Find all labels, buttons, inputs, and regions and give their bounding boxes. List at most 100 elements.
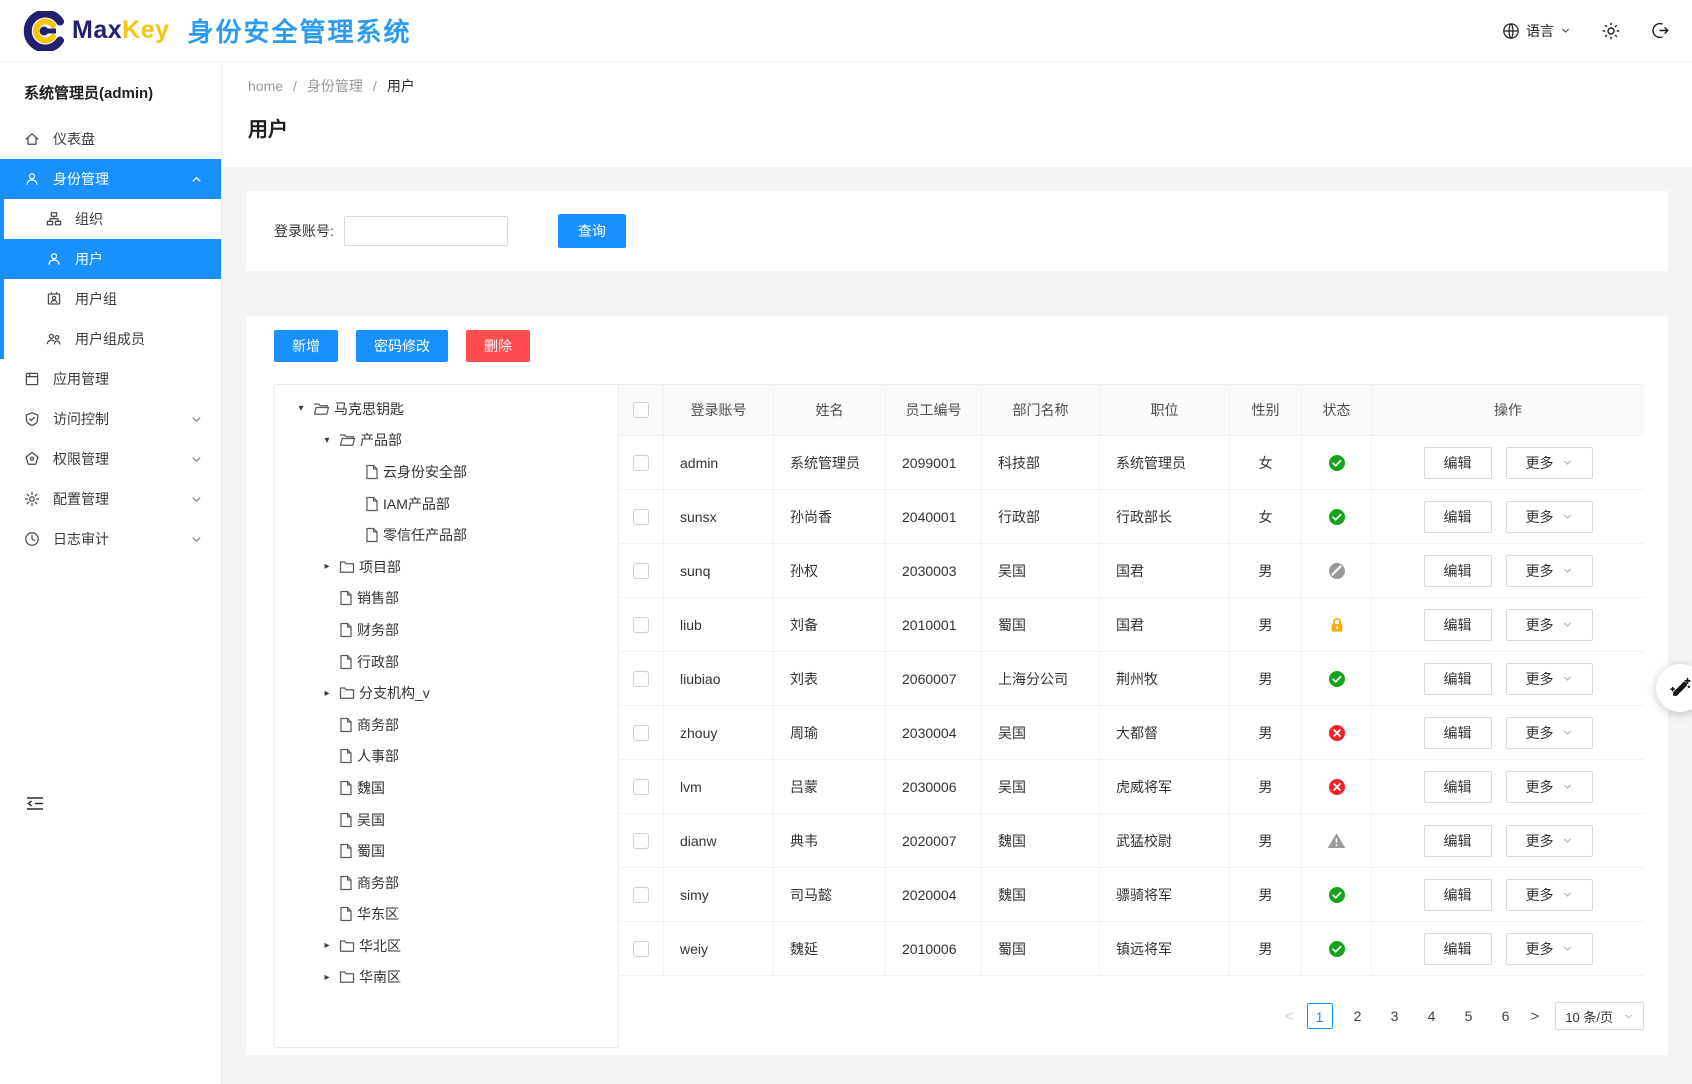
sidebar-item-configuration[interactable]: 配置管理: [0, 479, 221, 519]
sidebar-item-permission[interactable]: 权限管理: [0, 439, 221, 479]
edit-button[interactable]: 编辑: [1424, 447, 1492, 479]
tree-node[interactable]: 行政部: [275, 646, 618, 678]
cell-employee-id: 2020007: [885, 814, 981, 867]
tree-node[interactable]: ▾ 马克思钥匙: [275, 393, 618, 425]
page-button-3[interactable]: 3: [1383, 1003, 1407, 1029]
row-checkbox[interactable]: [633, 563, 649, 579]
tree-node[interactable]: 云身份安全部: [275, 456, 618, 488]
edit-button[interactable]: 编辑: [1424, 717, 1492, 749]
page-size-select[interactable]: 10 条/页: [1555, 1002, 1644, 1030]
table-row: admin系统管理员2099001科技部系统管理员女 编辑 更多: [619, 436, 1644, 490]
row-checkbox[interactable]: [633, 509, 649, 525]
sidebar-item-user[interactable]: 用户: [4, 239, 221, 279]
sidebar-item-identity[interactable]: 身份管理: [0, 159, 221, 199]
more-button[interactable]: 更多: [1506, 447, 1593, 479]
more-button[interactable]: 更多: [1506, 717, 1593, 749]
cell-gender: 男: [1229, 706, 1301, 759]
page-button-2[interactable]: 2: [1346, 1003, 1370, 1029]
settings-gear-icon[interactable]: [1601, 21, 1621, 41]
sidebar-item-user-group-member[interactable]: 用户组成员: [4, 319, 221, 359]
tree-node[interactable]: 人事部: [275, 741, 618, 773]
tree-node[interactable]: IAM产品部: [275, 488, 618, 520]
edit-button[interactable]: 编辑: [1424, 663, 1492, 695]
more-button[interactable]: 更多: [1506, 555, 1593, 587]
query-button[interactable]: 查询: [558, 214, 626, 248]
more-button[interactable]: 更多: [1506, 933, 1593, 965]
cell-status: [1301, 760, 1371, 813]
sidebar-item-access-control[interactable]: 访问控制: [0, 399, 221, 439]
tree-caret-closed[interactable]: ▸: [315, 561, 339, 572]
row-checkbox[interactable]: [633, 671, 649, 687]
row-checkbox[interactable]: [633, 617, 649, 633]
cell-position: 系统管理员: [1099, 436, 1229, 489]
cell-department: 吴国: [981, 544, 1099, 597]
tree-caret-closed[interactable]: ▸: [315, 688, 339, 699]
tree-node[interactable]: 华东区: [275, 899, 618, 931]
cell-actions: 编辑 更多: [1371, 706, 1644, 759]
cell-status: [1301, 436, 1371, 489]
tree-caret-closed[interactable]: ▸: [315, 972, 339, 983]
tree-node[interactable]: 商务部: [275, 709, 618, 741]
sidebar-item-audit[interactable]: 日志审计: [0, 519, 221, 559]
edit-button[interactable]: 编辑: [1424, 771, 1492, 803]
edit-button[interactable]: 编辑: [1424, 933, 1492, 965]
sidebar-item-organization[interactable]: 组织: [4, 199, 221, 239]
tree-node[interactable]: 吴国: [275, 804, 618, 836]
breadcrumb-separator: /: [293, 78, 297, 94]
tree-caret-closed[interactable]: ▸: [315, 940, 339, 951]
edit-button[interactable]: 编辑: [1424, 609, 1492, 641]
tree-node[interactable]: ▸ 华南区: [275, 962, 618, 994]
more-button[interactable]: 更多: [1506, 501, 1593, 533]
prev-page-button[interactable]: <: [1285, 1008, 1294, 1025]
next-page-button[interactable]: >: [1531, 1008, 1540, 1025]
breadcrumb-item[interactable]: 身份管理: [307, 76, 363, 96]
tree-node[interactable]: ▸ 项目部: [275, 551, 618, 583]
sidebar-collapse-icon[interactable]: [26, 796, 44, 811]
tree-caret-open[interactable]: ▾: [289, 403, 313, 414]
sidebar-item-dashboard[interactable]: 仪表盘: [0, 119, 221, 159]
more-button[interactable]: 更多: [1506, 771, 1593, 803]
tree-node[interactable]: ▸ 分支机构_v: [275, 677, 618, 709]
tree-node[interactable]: ▸ 华北区: [275, 930, 618, 962]
more-button[interactable]: 更多: [1506, 879, 1593, 911]
cell-name: 典韦: [773, 814, 885, 867]
page-button-5[interactable]: 5: [1457, 1003, 1481, 1029]
edit-button[interactable]: 编辑: [1424, 825, 1492, 857]
cell-position: 行政部长: [1099, 490, 1229, 543]
breadcrumb-item[interactable]: home: [248, 78, 283, 94]
more-button[interactable]: 更多: [1506, 825, 1593, 857]
tree-node[interactable]: 销售部: [275, 583, 618, 615]
tree-node[interactable]: 蜀国: [275, 835, 618, 867]
select-all-checkbox[interactable]: [633, 402, 649, 418]
edit-button[interactable]: 编辑: [1424, 879, 1492, 911]
tree-node[interactable]: 财务部: [275, 614, 618, 646]
more-button[interactable]: 更多: [1506, 609, 1593, 641]
page-button-4[interactable]: 4: [1420, 1003, 1444, 1029]
tree-node[interactable]: 商务部: [275, 867, 618, 899]
current-user-label: 系统管理员(admin): [0, 62, 221, 119]
tree-caret-open[interactable]: ▾: [315, 435, 339, 446]
table-body: admin系统管理员2099001科技部系统管理员女 编辑 更多 sunsx孙尚…: [619, 436, 1644, 976]
tree-node[interactable]: 零信任产品部: [275, 519, 618, 551]
row-checkbox[interactable]: [633, 779, 649, 795]
tree-node[interactable]: 魏国: [275, 772, 618, 804]
page-button-6[interactable]: 6: [1494, 1003, 1518, 1029]
login-account-input[interactable]: [344, 216, 508, 246]
row-checkbox[interactable]: [633, 887, 649, 903]
change-password-button[interactable]: 密码修改: [356, 330, 448, 362]
row-checkbox[interactable]: [633, 833, 649, 849]
edit-button[interactable]: 编辑: [1424, 555, 1492, 587]
row-checkbox[interactable]: [633, 725, 649, 741]
logout-icon[interactable]: [1651, 21, 1670, 40]
page-button-1[interactable]: 1: [1307, 1003, 1333, 1029]
edit-button[interactable]: 编辑: [1424, 501, 1492, 533]
more-button[interactable]: 更多: [1506, 663, 1593, 695]
language-menu[interactable]: 语言: [1502, 21, 1571, 41]
add-button[interactable]: 新增: [274, 330, 338, 362]
delete-button[interactable]: 删除: [466, 330, 530, 362]
row-checkbox[interactable]: [633, 455, 649, 471]
tree-node[interactable]: ▾ 产品部: [275, 425, 618, 457]
sidebar-item-user-group[interactable]: 用户组: [4, 279, 221, 319]
sidebar-item-app-management[interactable]: 应用管理: [0, 359, 221, 399]
row-checkbox[interactable]: [633, 941, 649, 957]
